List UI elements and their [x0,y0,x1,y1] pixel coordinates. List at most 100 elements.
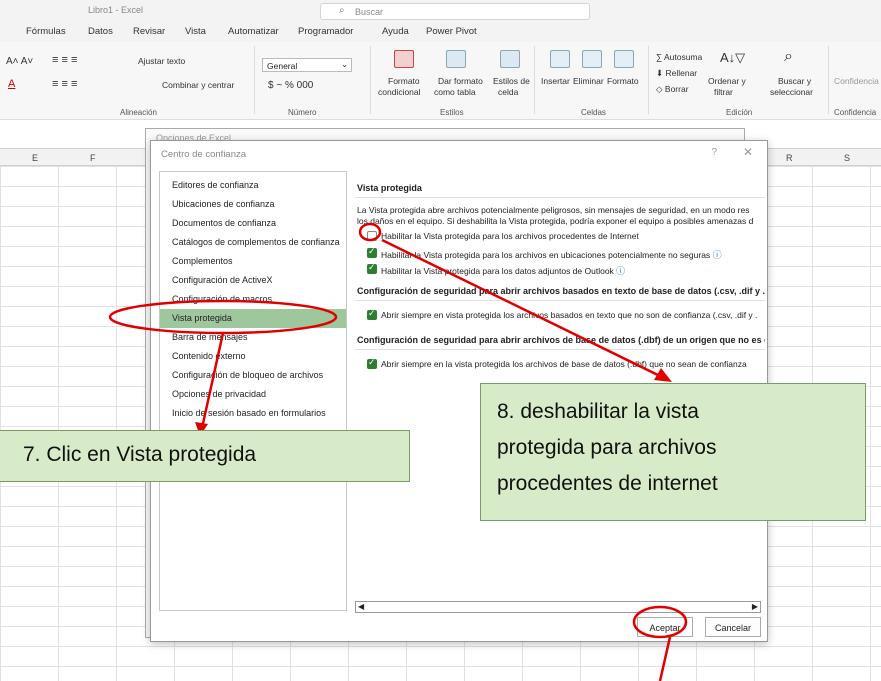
wrap-text-button[interactable]: Ajustar texto [138,56,185,66]
text-db-section-title: Configuración de seguridad para abrir ar… [357,286,765,296]
tab-formulas[interactable]: Fórmulas [26,26,66,37]
info-icon[interactable]: ⓘ [713,250,722,260]
clear-button[interactable]: ◇ Borrar [656,84,689,95]
tab-ayuda[interactable]: Ayuda [382,26,409,37]
horizontal-scrollbar[interactable]: ◀ ▶ [355,601,761,613]
tab-automatizar[interactable]: Automatizar [228,26,279,37]
sensitivity-label[interactable]: Confidencia [834,76,879,86]
description-line-2: los daños en el equipo. Si deshabilita l… [357,216,754,226]
number-format-value: General [267,61,298,71]
scroll-right-icon[interactable]: ▶ [752,602,758,611]
nav-item-documentos[interactable]: Documentos de confianza [160,214,346,233]
outlook-attachments-checkbox[interactable] [367,262,377,274]
document-title: Libro1 - Excel [88,5,144,15]
cell-styles-label-2[interactable]: celda [498,87,518,97]
tab-datos[interactable]: Datos [88,26,113,37]
nav-item-activex[interactable]: Configuración de ActiveX [160,271,346,290]
clear-label: Borrar [664,84,689,94]
tab-revisar[interactable]: Revisar [133,26,165,37]
help-icon[interactable]: ? [711,147,717,158]
nav-item-bloqueo-archivos[interactable]: Configuración de bloqueo de archivos [160,366,346,385]
column-header-s[interactable]: S [844,153,850,163]
group-numero: Número [288,108,317,117]
merge-center-button[interactable]: Combinar y centrar [162,80,234,90]
conditional-format-label-1[interactable]: Formato [388,76,420,86]
fill-button[interactable]: ⬇ Rellenar [656,68,697,79]
cell-styles-label-1[interactable]: Estilos de [493,76,530,86]
nav-item-vista-protegida[interactable]: Vista protegida [160,309,346,328]
delete-label[interactable]: Eliminar [573,76,604,86]
format-cells-icon[interactable] [614,50,634,68]
scroll-left-icon[interactable]: ◀ [358,602,364,611]
unsafe-locations-checkbox[interactable] [367,246,377,258]
divider [355,349,765,350]
nav-item-contenido-externo[interactable]: Contenido externo [160,347,346,366]
section-title: Vista protegida [357,183,422,193]
tab-programador[interactable]: Programador [298,26,353,37]
close-icon[interactable]: ✕ [743,145,753,159]
align-left-icon[interactable]: ≡ ≡ ≡ [52,78,77,90]
unsafe-locations-text: Habilitar la Vista protegida para los ar… [381,250,711,260]
callout-step-8-line-3: procedentes de internet [497,472,718,495]
align-top-icon[interactable]: ≡ ≡ ≡ [52,54,77,66]
callout-step-8: 8. deshabilitar la vista protegida para … [480,383,866,521]
sort-filter-icon[interactable]: A↓▽ [720,50,745,66]
conditional-format-label-2[interactable]: condicional [378,87,421,97]
search-placeholder: Buscar [355,7,384,17]
callout-step-8-line-2: protegida para archivos [497,436,717,459]
internet-files-label[interactable]: Habilitar la Vista protegida para los ar… [381,231,639,241]
currency-format-button[interactable]: $ ~ % 000 [268,80,313,91]
group-edicion: Edición [726,108,753,117]
text-db-label[interactable]: Abrir siempre en vista protegida los arc… [381,310,757,320]
format-as-table-icon[interactable] [446,50,466,68]
outlook-attachments-label[interactable]: Habilitar la Vista protegida para los da… [381,264,625,277]
column-header-f[interactable]: F [90,153,96,163]
format-as-table-label-1[interactable]: Dar formato [438,76,483,86]
text-db-checkbox[interactable] [367,308,377,320]
nav-item-ubicaciones[interactable]: Ubicaciones de confianza [160,195,346,214]
find-select-icon[interactable]: ⌕ [784,48,793,66]
sort-label-1[interactable]: Ordenar y [708,76,746,86]
search-box[interactable]: ⌕ Buscar [320,3,590,20]
cancel-button[interactable]: Cancelar [705,617,761,637]
find-label-1[interactable]: Buscar y [778,76,811,86]
sort-label-2[interactable]: filtrar [714,87,733,97]
ribbon: A˄ A˅ A ≡ ≡ ≡ ≡ ≡ ≡ Ajustar texto Combin… [0,42,881,120]
nav-item-inicio-sesion[interactable]: Inicio de sesión basado en formularios [160,404,346,423]
callout-step-7: 7. Clic en Vista protegida [0,430,410,482]
nav-item-complementos[interactable]: Complementos [160,252,346,271]
callout-step-8-line-1: 8. deshabilitar la vista [497,400,699,423]
cell-styles-icon[interactable] [500,50,520,68]
trust-center-nav: Editores de confianza Ubicaciones de con… [159,171,347,611]
column-header-e[interactable]: E [32,153,38,163]
dbf-section-title: Configuración de seguridad para abrir ar… [357,335,765,345]
divider [355,300,765,301]
nav-item-privacidad[interactable]: Opciones de privacidad [160,385,346,404]
unsafe-locations-label[interactable]: Habilitar la Vista protegida para los ar… [381,248,722,261]
dialog-title: Centro de confianza [161,149,247,160]
group-alineacion: Alineación [120,108,157,117]
dbf-label[interactable]: Abrir siempre en la vista protegida los … [381,359,747,369]
number-format-select[interactable]: General ⌄ [262,58,352,72]
tab-vista[interactable]: Vista [185,26,206,37]
format-as-table-label-2[interactable]: como tabla [434,87,476,97]
conditional-format-icon[interactable] [394,50,414,68]
font-color-icon[interactable]: A [8,78,15,90]
insert-label[interactable]: Insertar [541,76,570,86]
column-header-r[interactable]: R [786,153,793,163]
format-label[interactable]: Formato [607,76,639,86]
dbf-checkbox[interactable] [367,357,377,369]
nav-item-barra-mensajes[interactable]: Barra de mensajes [160,328,346,347]
internet-files-checkbox[interactable] [367,231,377,241]
ok-button[interactable]: Aceptar [637,617,693,637]
info-icon[interactable]: ⓘ [616,266,625,276]
delete-cells-icon[interactable] [582,50,602,68]
find-label-2[interactable]: seleccionar [770,87,813,97]
insert-cells-icon[interactable] [550,50,570,68]
autosum-button[interactable]: ∑ Autosuma [656,52,702,62]
nav-item-catalogos[interactable]: Catálogos de complementos de confianza [160,233,346,252]
font-size-icon[interactable]: A˄ A˅ [6,56,33,67]
tab-power-pivot[interactable]: Power Pivot [426,26,477,37]
nav-item-editores[interactable]: Editores de confianza [160,176,346,195]
nav-item-macros[interactable]: Configuración de macros [160,290,346,309]
